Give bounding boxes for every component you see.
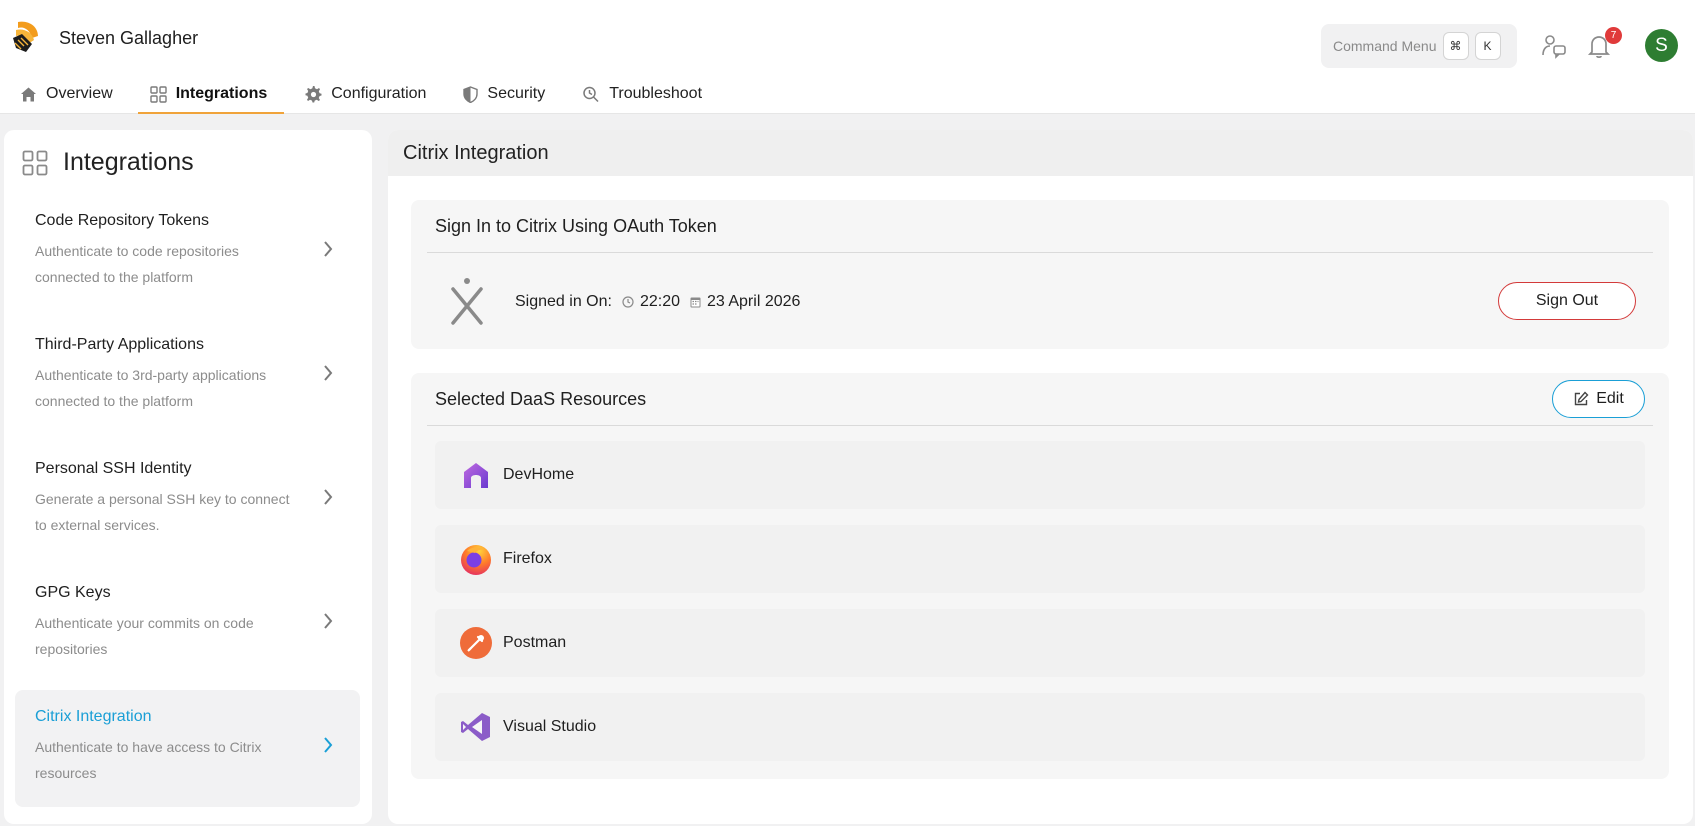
chevron-right-icon <box>324 489 333 505</box>
tab-label: Integrations <box>175 85 268 102</box>
grid-icon <box>149 85 167 103</box>
signed-in-time: 22:20 <box>622 293 680 311</box>
divider <box>427 252 1653 253</box>
citrix-integration-panel: Citrix Integration Sign In to Citrix Usi… <box>388 130 1693 824</box>
brand-logo-icon[interactable] <box>10 18 42 58</box>
tab-troubleshoot[interactable]: Troubleshoot <box>562 74 719 114</box>
chevron-right-icon <box>324 613 333 629</box>
sidebar-item-description: Authenticate to 3rd-party applications c… <box>35 367 267 409</box>
resources-card-title: Selected DaaS Resources <box>435 389 647 409</box>
shield-icon <box>463 85 479 103</box>
divider <box>427 425 1653 426</box>
resource-item-devhome[interactable]: DevHome <box>435 441 1645 509</box>
resource-item-visual-studio[interactable]: Visual Studio <box>435 693 1645 761</box>
notification-badge: 7 <box>1605 27 1622 44</box>
visual-studio-icon <box>459 710 493 744</box>
resource-name: Postman <box>503 634 567 651</box>
calendar-icon <box>690 297 701 308</box>
avatar[interactable]: S <box>1645 29 1678 62</box>
clock-icon <box>622 296 634 308</box>
sidebar-item-description: Authenticate to code repositories connec… <box>35 243 239 285</box>
signed-in-info: Signed in On: 22:20 23 April 2026 <box>515 293 800 311</box>
sidebar-item-personal-ssh-identity[interactable]: Personal SSH Identity Generate a persona… <box>15 442 360 559</box>
daas-resources-card: Selected DaaS Resources Edit DevHome Fir… <box>411 373 1669 779</box>
sign-out-button[interactable]: Sign Out <box>1498 282 1636 320</box>
command-menu-label: Command Menu <box>1333 38 1437 54</box>
sidebar-item-title: Citrix Integration <box>35 708 152 725</box>
sidebar-item-third-party-applications[interactable]: Third-Party Applications Authenticate to… <box>15 318 360 435</box>
sidebar-item-title: Third-Party Applications <box>35 336 204 353</box>
signed-in-label: Signed in On: <box>515 293 612 310</box>
tab-label: Security <box>487 85 546 102</box>
integrations-sidebar: Integrations Code Repository Tokens Auth… <box>4 130 372 824</box>
tab-label: Configuration <box>331 85 427 102</box>
tab-configuration[interactable]: Configuration <box>284 74 443 114</box>
chevron-right-icon <box>324 241 333 257</box>
grid-icon <box>22 150 48 175</box>
k-key: K <box>1474 32 1501 60</box>
edit-button-label: Edit <box>1596 390 1624 407</box>
date-value: 23 April 2026 <box>707 293 801 310</box>
gear-icon <box>305 86 322 103</box>
postman-icon <box>459 626 493 660</box>
sidebar-item-description: Generate a personal SSH key to connect t… <box>35 491 290 533</box>
resource-name: Firefox <box>503 550 552 567</box>
sidebar-item-title: GPG Keys <box>35 584 111 601</box>
sidebar-item-title: Code Repository Tokens <box>35 212 210 229</box>
brand: Steven Gallagher <box>10 18 198 58</box>
tab-integrations[interactable]: Integrations <box>130 74 285 114</box>
sidebar-title-text: Integrations <box>63 148 194 176</box>
nav-tabs: Overview Integrations Configuration Secu… <box>0 74 719 114</box>
tab-security[interactable]: Security <box>443 74 562 114</box>
sidebar-title: Integrations <box>22 148 194 177</box>
chevron-right-icon <box>324 737 333 753</box>
devhome-icon <box>459 458 493 492</box>
resource-name: Visual Studio <box>503 718 597 735</box>
chevron-right-icon <box>324 365 333 381</box>
page-title: Citrix Integration <box>388 130 1693 176</box>
sidebar-item-description: Authenticate your commits on code reposi… <box>35 615 254 657</box>
troubleshoot-icon <box>583 86 599 103</box>
signed-in-date: 23 April 2026 <box>690 293 800 311</box>
resource-item-postman[interactable]: Postman <box>435 609 1645 677</box>
sidebar-item-title: Personal SSH Identity <box>35 460 192 477</box>
edit-button[interactable]: Edit <box>1552 380 1645 418</box>
home-icon <box>21 87 36 101</box>
sidebar-item-gpg-keys[interactable]: GPG Keys Authenticate your commits on co… <box>15 566 360 683</box>
edit-icon <box>1575 391 1589 406</box>
resource-name: DevHome <box>503 466 575 483</box>
citrix-logo-icon <box>451 278 483 325</box>
sidebar-item-citrix-integration[interactable]: Citrix Integration Authenticate to have … <box>15 690 360 807</box>
command-key: ⌘ <box>1442 32 1469 60</box>
sidebar-item-code-repository-tokens[interactable]: Code Repository Tokens Authenticate to c… <box>15 194 360 311</box>
resource-item-firefox[interactable]: Firefox <box>435 525 1645 593</box>
firefox-icon <box>459 542 493 576</box>
time-value: 22:20 <box>639 293 680 310</box>
tab-label: Overview <box>46 85 113 102</box>
top-header: Steven Gallagher Command Menu ⌘ K 7 S Ov… <box>0 0 1695 114</box>
signin-card-title: Sign In to Citrix Using OAuth Token <box>435 216 717 236</box>
user-name: Steven Gallagher <box>59 27 199 48</box>
support-chat-icon[interactable] <box>1540 32 1568 60</box>
command-menu-button[interactable]: Command Menu ⌘ K <box>1321 24 1517 68</box>
tab-overview[interactable]: Overview <box>0 74 130 114</box>
signin-card: Sign In to Citrix Using OAuth Token Sign… <box>411 200 1669 349</box>
tab-label: Troubleshoot <box>609 85 703 102</box>
sidebar-item-description: Authenticate to have access to Citrix re… <box>35 739 262 781</box>
